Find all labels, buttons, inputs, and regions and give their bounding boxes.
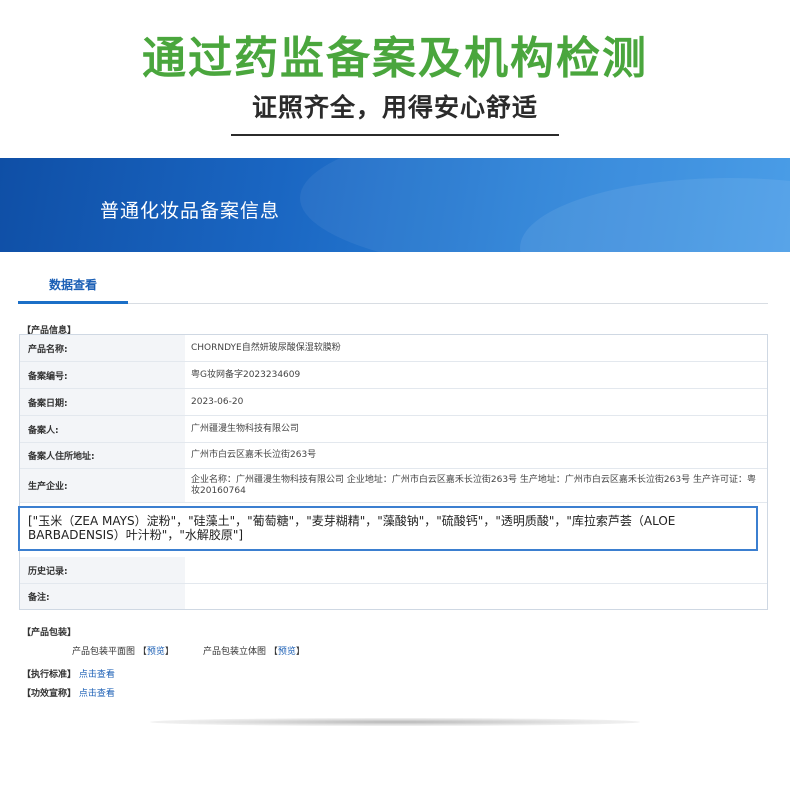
sub-title-underline — [231, 134, 559, 136]
sub-title: 证照齐全，用得安心舒适 — [251, 93, 538, 122]
efficacy-link[interactable]: 点击查看 — [79, 689, 115, 699]
table-row: 历史记录: — [20, 557, 767, 584]
table-row: 产品名称: CHORNDYE自然妍玻尿酸保湿软膜粉 — [20, 335, 767, 362]
row-value: CHORNDYE自然妍玻尿酸保湿软膜粉 — [191, 342, 341, 353]
row-value: 企业名称：广州疆漫生物科技有限公司 企业地址：广州市白云区嘉禾长泣街263号 生… — [191, 474, 756, 496]
banner-title: 普通化妆品备案信息 — [100, 200, 281, 222]
table-row: 生产企业: 企业名称：广州疆漫生物科技有限公司 企业地址：广州市白云区嘉禾长泣街… — [20, 469, 767, 503]
banner: 普通化妆品备案信息 — [0, 158, 790, 252]
row-label: 备案人住所地址: — [20, 443, 185, 468]
decorative-shadow — [150, 718, 640, 726]
bracket-open: 【 — [137, 647, 147, 657]
ingredients-overlay: ["玉米（ZEA MAYS）淀粉"，"硅藻土"，"葡萄糖"，"麦芽糊精"，"藻酸… — [18, 506, 758, 551]
row-value — [191, 557, 757, 583]
main-title: 通过药监备案及机构检测 — [142, 33, 648, 84]
row-label: 生产企业: — [20, 469, 185, 502]
tab-bar: 数据查看 — [18, 270, 768, 304]
product-info-table: 产品名称: CHORNDYE自然妍玻尿酸保湿软膜粉 备案编号: 粤G妆网备字20… — [19, 334, 768, 610]
row-label: 备案日期: — [20, 389, 185, 415]
efficacy-label: 【功效宣称】 — [22, 689, 77, 699]
standard-line: 【执行标准】 点击查看 — [22, 667, 115, 680]
tab-data-view[interactable]: 数据查看 — [18, 270, 128, 304]
table-row: 备案人: 广州疆漫生物科技有限公司 — [20, 416, 767, 443]
standard-link[interactable]: 点击查看 — [79, 670, 115, 680]
row-value: 2023-06-20 — [191, 396, 244, 407]
row-label: 备案人: — [20, 416, 185, 442]
efficacy-line: 【功效宣称】 点击查看 — [22, 686, 115, 699]
section-label-packaging: 【产品包装】 — [22, 628, 77, 638]
row-value: 广州市白云区嘉禾长泣街263号 — [191, 450, 317, 460]
preview-flat-link[interactable]: 预览 — [147, 647, 165, 657]
table-row: 备案编号: 粤G妆网备字2023234609 — [20, 362, 767, 389]
preview-solid-link[interactable]: 预览 — [278, 647, 296, 657]
row-label: 历史记录: — [20, 557, 185, 583]
bracket-open: 【 — [268, 647, 278, 657]
standard-label: 【执行标准】 — [22, 670, 77, 680]
packaging-solid: 产品包装立体图 【预览】 — [203, 644, 305, 657]
table-row: 备注: — [20, 584, 767, 609]
row-value — [191, 584, 757, 609]
row-label: 备注: — [20, 584, 185, 609]
bracket-close: 】 — [164, 647, 174, 657]
table-row: 备案人住所地址: 广州市白云区嘉禾长泣街263号 — [20, 443, 767, 469]
packaging-flat: 产品包装平面图 【预览】 — [72, 644, 174, 657]
row-value: 粤G妆网备字2023234609 — [191, 369, 301, 380]
packaging-solid-label: 产品包装立体图 — [203, 647, 267, 657]
row-label: 产品名称: — [20, 335, 185, 361]
packaging-flat-label: 产品包装平面图 — [72, 647, 136, 657]
row-value: 广州疆漫生物科技有限公司 — [191, 423, 300, 434]
table-row: 备案日期: 2023-06-20 — [20, 389, 767, 416]
row-label: 备案编号: — [20, 362, 185, 388]
bracket-close: 】 — [295, 647, 305, 657]
